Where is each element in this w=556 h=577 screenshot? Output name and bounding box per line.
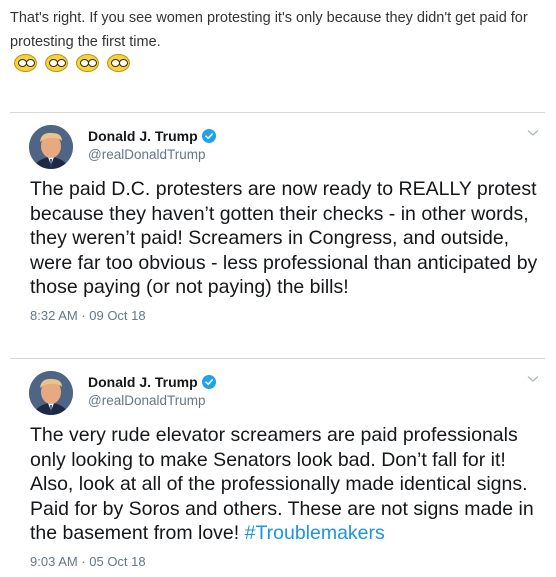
avatar-portrait-icon: [29, 125, 73, 169]
post-text: That's right. If you see women protestin…: [10, 10, 528, 50]
money-face-emoji-icon: [45, 54, 68, 72]
avatar[interactable]: [29, 125, 73, 169]
money-face-emoji-icon: [76, 54, 99, 72]
money-face-emoji-icon: [14, 54, 37, 72]
tweet-text: The very rude elevator screamers are pai…: [30, 423, 540, 546]
embedded-tweet[interactable]: Donald J. Trump @realDonaldTrump The pai…: [10, 112, 545, 342]
author-name[interactable]: Donald J. Trump: [88, 374, 198, 390]
emoji-row: [14, 54, 130, 72]
verified-badge-icon: [201, 375, 216, 389]
tweet-timestamp[interactable]: 8:32 AM · 09 Oct 18: [30, 308, 146, 323]
tweet-text: The paid D.C. protesters are now ready t…: [30, 178, 538, 298]
tweet-timestamp[interactable]: 9:03 AM · 05 Oct 18: [30, 554, 146, 569]
verified-badge-icon: [201, 129, 216, 143]
avatar-portrait-icon: [29, 371, 73, 415]
author-handle[interactable]: @realDonaldTrump: [88, 393, 206, 408]
author-line: Donald J. Trump: [88, 128, 216, 144]
author-line: Donald J. Trump: [88, 374, 216, 390]
author-name[interactable]: Donald J. Trump: [88, 128, 198, 144]
hashtag-link[interactable]: #Troublemakers: [245, 522, 385, 544]
chevron-down-icon[interactable]: [527, 375, 539, 383]
money-face-emoji-icon: [107, 54, 130, 72]
author-handle[interactable]: @realDonaldTrump: [88, 147, 206, 162]
embedded-tweet[interactable]: Donald J. Trump @realDonaldTrump The ver…: [10, 358, 545, 577]
avatar[interactable]: [29, 371, 73, 415]
chevron-down-icon[interactable]: [527, 129, 539, 137]
